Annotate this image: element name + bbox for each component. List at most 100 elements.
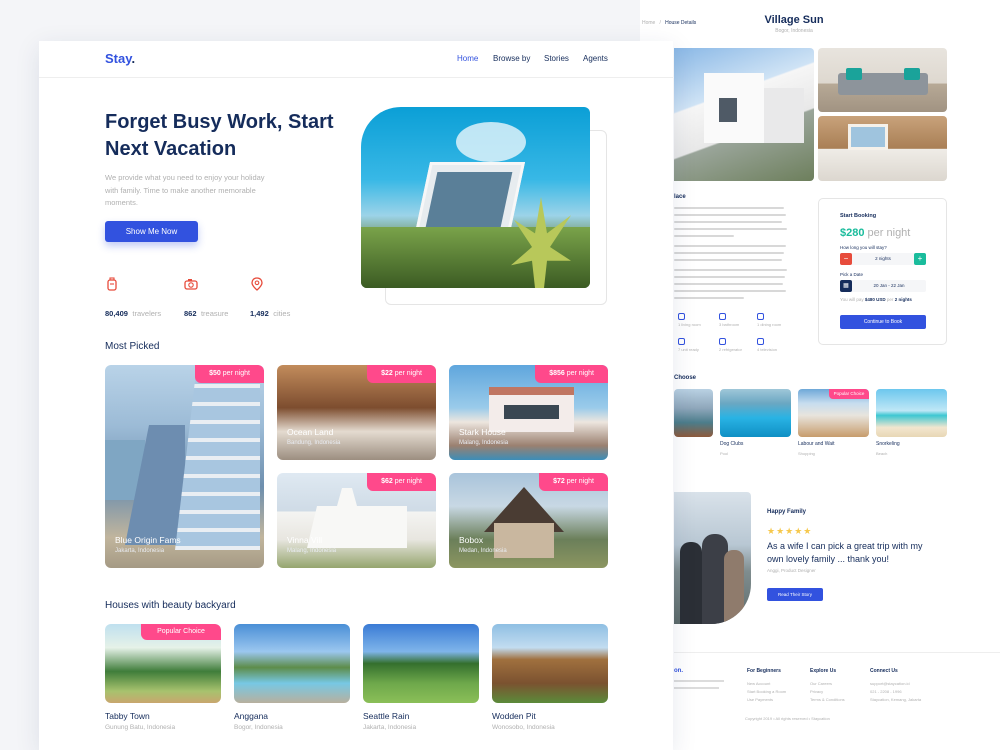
- footer-tagline-line: [674, 687, 719, 689]
- footer-contact: Staycation, Kemang, Jakarta: [870, 697, 922, 702]
- backyard-location: Jakarta, Indonesia: [363, 724, 417, 731]
- nav-home[interactable]: Home: [457, 54, 478, 63]
- date-value: 20 Jan - 22 Jan: [873, 283, 905, 288]
- treasure-name: Dog Clubs: [720, 441, 744, 447]
- home-page: Stay. Home Browse by Stories Agents Forg…: [39, 41, 673, 750]
- footer-link[interactable]: Our Careers: [810, 681, 832, 686]
- backyard-card[interactable]: Popular Choice: [105, 624, 221, 703]
- most-picked-card[interactable]: $22 per night Ocean Land Bandung, Indone…: [277, 365, 436, 460]
- footer-link[interactable]: Privacy: [810, 689, 823, 694]
- family-photo: [674, 492, 751, 624]
- read-their-story-button[interactable]: Read Their Story: [767, 588, 823, 601]
- living-room-photo: [818, 48, 947, 112]
- unit-icon: [678, 338, 685, 345]
- about-text-line: [674, 235, 734, 237]
- footer-contact: 021 - 2208 - 1996: [870, 689, 902, 694]
- card-title: Ocean Land: [287, 427, 334, 437]
- testimonial-quote: As a wife I can pick a great trip with m…: [767, 541, 923, 564]
- location-icon: [251, 277, 263, 291]
- living-room-icon: [678, 313, 685, 320]
- card-title: Vinna Vill: [287, 535, 323, 545]
- backyard-title: Anggana: [234, 711, 269, 721]
- footer-column-title: Explore Us: [810, 668, 837, 674]
- nights-stepper: − 2 nights +: [840, 253, 926, 265]
- price-badge: $856 per night: [535, 365, 608, 383]
- amenity-television: 4 television: [757, 338, 777, 352]
- amenity-dining-room: 1 dining room: [757, 313, 781, 327]
- date-picker[interactable]: ▦ 20 Jan - 22 Jan: [840, 280, 926, 292]
- treasure-heading: Choose: [674, 375, 697, 381]
- date-label: Pick a Date: [840, 272, 864, 277]
- breadcrumb: Home / House Details: [642, 20, 697, 26]
- backyard-card[interactable]: [492, 624, 608, 703]
- footer-link[interactable]: Start Booking a Room: [747, 689, 786, 694]
- booking-card: Start Booking $280 per night How long yo…: [818, 198, 947, 345]
- dining-room-icon: [757, 313, 764, 320]
- card-location: Malang, Indonesia: [287, 548, 337, 554]
- stat-travelers: 80,409 travelers: [105, 277, 161, 321]
- stay-question: How long you will stay?: [840, 245, 887, 250]
- backyard-card[interactable]: [234, 624, 350, 703]
- nights-value: 2 nights: [875, 256, 891, 261]
- card-location: Medan, Indonesia: [459, 548, 507, 554]
- about-text-line: [674, 269, 787, 271]
- most-picked-heading: Most Picked: [105, 341, 160, 352]
- hero-description: We provide what you need to enjoy your h…: [105, 173, 265, 207]
- card-title: Bobox: [459, 535, 484, 545]
- treasure-card[interactable]: [674, 389, 713, 437]
- about-text-line: [674, 245, 786, 247]
- page-title: Village Sun: [764, 14, 824, 26]
- nav-stories[interactable]: Stories: [544, 54, 569, 63]
- footer-link[interactable]: New Account: [747, 681, 770, 686]
- calendar-icon: ▦: [840, 280, 852, 292]
- footer-contact[interactable]: support@staycation.id: [870, 681, 910, 686]
- card-location: Malang, Indonesia: [459, 440, 509, 446]
- about-text-line: [674, 214, 786, 216]
- treasure-card-snorkeling[interactable]: [876, 389, 947, 437]
- treasure-card-labour-and-wait[interactable]: Popular Choice: [798, 389, 869, 437]
- card-title: Blue Origin Fams: [115, 535, 181, 545]
- backyard-title: Seattle Rain: [363, 711, 410, 721]
- backyard-title: Wodden Pit: [492, 711, 536, 721]
- about-heading: lace: [674, 194, 686, 200]
- footer-link[interactable]: Use Payments: [747, 697, 773, 702]
- continue-to-book-button[interactable]: Continue to Book: [840, 315, 926, 329]
- treasure-category: Shopping: [798, 451, 815, 456]
- bathroom-icon: [719, 313, 726, 320]
- treasure-category: Pool: [720, 451, 729, 456]
- page-subtitle: Bogor, Indonesia: [775, 28, 813, 34]
- treasure-name: Labour and Wait: [798, 441, 835, 447]
- minus-button[interactable]: −: [840, 253, 852, 265]
- about-text-line: [674, 276, 785, 278]
- backyard-title: Tabby Town: [105, 711, 150, 721]
- treasure-card-dog-clubs[interactable]: [720, 389, 791, 437]
- refrigerator-icon: [719, 338, 726, 345]
- nav-divider: [39, 77, 673, 78]
- about-text-line: [674, 252, 784, 254]
- nav-agents[interactable]: Agents: [583, 54, 608, 63]
- show-me-now-button[interactable]: Show Me Now: [105, 221, 198, 242]
- backyard-location: Bogor, Indonesia: [234, 724, 283, 731]
- most-picked-card[interactable]: $50 per night Blue Origin Fams Jakarta, …: [105, 365, 264, 568]
- backyard-location: Gunung Batu, Indonesia: [105, 724, 176, 731]
- most-picked-card[interactable]: $856 per night Stark House Malang, Indon…: [449, 365, 608, 460]
- most-picked-card[interactable]: $62 per night Vinna Vill Malang, Indones…: [277, 473, 436, 568]
- plus-button[interactable]: +: [914, 253, 926, 265]
- backyard-heading: Houses with beauty backyard: [105, 600, 236, 611]
- traveler-icon: [107, 277, 117, 291]
- backyard-card[interactable]: [363, 624, 479, 703]
- payment-summary: You will pay $480 USD per 2 nights: [840, 297, 912, 302]
- hero-title: Forget Busy Work, Start Next Vacation: [105, 111, 334, 160]
- breadcrumb-home[interactable]: Home: [642, 20, 655, 26]
- brand-logo[interactable]: Stay.: [105, 51, 135, 66]
- amenity-living-room: 1 living room: [678, 313, 701, 327]
- bedroom-photo: [818, 116, 947, 181]
- treasure-category: Beach: [876, 451, 888, 456]
- rating-stars-icon: ★★★★★: [767, 526, 813, 536]
- price-badge: $50 per night: [195, 365, 264, 383]
- hero-image: [361, 107, 590, 288]
- most-picked-card[interactable]: $72 per night Bobox Medan, Indonesia: [449, 473, 608, 568]
- backyard-location: Wonosobo, Indonesia: [492, 724, 555, 731]
- footer-link[interactable]: Terms & Conditions: [810, 697, 845, 702]
- nav-browse-by[interactable]: Browse by: [493, 54, 530, 63]
